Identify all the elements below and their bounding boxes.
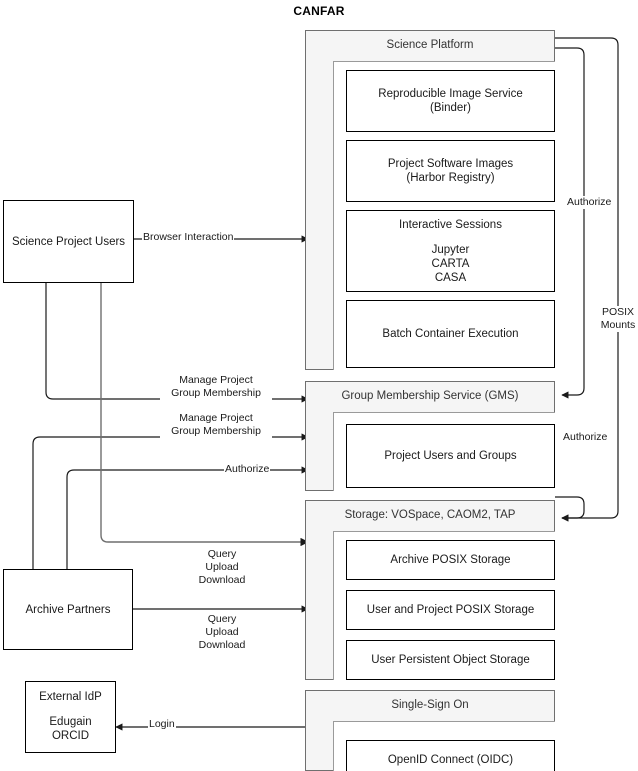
edge-label-line: Group Membership [171,387,261,399]
edge-label-line: Query [207,613,237,625]
box-line: User Persistent Object Storage [371,654,530,666]
box-line: Archive Partners [25,603,111,616]
architecture-diagram: CANFAR Science Platform Reproducible Ima… [0,0,638,771]
group-header-single-sign-on: Single-Sign On [391,699,469,711]
box-project-users-and-groups: Project Users and Groups [346,424,555,488]
box-external-idp: External IdP Edugain ORCID [25,681,116,753]
edge-label-line: Manage Project [179,412,253,424]
wire-authorize-gms-storage [555,496,585,522]
box-line: Project Users and Groups [384,450,517,462]
edge-label-line: Download [198,639,246,651]
box-archive-partners: Archive Partners [3,569,133,650]
edge-label-line: Upload [205,561,239,573]
edge-label-line: Download [198,574,246,586]
box-user-project-posix-storage: User and Project POSIX Storage [346,590,555,630]
wire-authorize-platform-gms [555,47,585,399]
group-header-storage: Storage: VOSpace, CAOM2, TAP [344,509,516,521]
box-line: Batch Container Execution [382,328,519,340]
edge-label-line: Query [207,548,237,560]
box-archive-posix-storage: Archive POSIX Storage [346,540,555,580]
box-line: CASA [434,271,467,284]
box-line: External IdP [39,691,102,703]
edge-label-authorize-platform-gms: Authorize [566,196,613,209]
edge-label-browser-interaction: Browser Interaction [142,231,235,244]
box-line: Science Project Users [11,235,126,248]
box-reproducible-image-service: Reproducible Image Service (Binder) [346,70,555,132]
box-line: Archive POSIX Storage [390,554,511,566]
edge-label-authorize-partners-gms: Authorize [224,463,271,476]
box-line: Interactive Sessions [399,218,502,231]
wire-authorize-partners-gms [66,466,309,569]
edge-label-query-upload-download-users: Query Upload Download [190,548,254,587]
wire-posix-mounts-platform-storage [555,37,619,522]
box-batch-container-execution: Batch Container Execution [346,300,555,368]
wire-manage-group-membership-partners [32,433,309,569]
edge-label-line: POSIX [601,306,635,318]
box-line: ORCID [51,730,90,742]
box-line: (Binder) [430,102,471,114]
box-science-project-users: Science Project Users [3,200,134,283]
box-line: CARTA [431,257,470,270]
edge-label-manage-group-membership-partners: Manage Project Group Membership [160,412,272,438]
box-project-software-images: Project Software Images (Harbor Registry… [346,140,555,202]
box-line: Edugain [49,716,92,728]
box-line: Jupyter [431,243,470,256]
group-header-science-platform: Science Platform [386,39,474,51]
group-header-group-membership-service: Group Membership Service (GMS) [341,390,519,402]
edge-label-authorize-gms-storage: Authorize [562,431,609,444]
edge-label-line: Upload [205,626,239,638]
box-line: OpenID Connect (OIDC) [387,754,514,766]
edge-label-line: Group Membership [171,425,261,437]
edge-label-query-upload-download-partners: Query Upload Download [190,613,254,652]
edge-label-posix-mounts: POSIX Mounts [597,306,638,332]
box-user-persistent-object-storage: User Persistent Object Storage [346,640,555,680]
box-line: Reproducible Image Service [378,88,523,100]
edge-label-login: Login [148,718,176,731]
box-line: (Harbor Registry) [406,172,495,184]
page-title: CANFAR [293,4,345,18]
box-openid-connect: OpenID Connect (OIDC) [346,740,555,771]
box-interactive-sessions: Interactive Sessions Jupyter CARTA CASA [346,210,555,292]
edge-label-line: Mounts [600,319,636,331]
box-line: Project Software Images [387,158,514,170]
edge-label-manage-group-membership-users: Manage Project Group Membership [160,374,272,400]
edge-label-line: Manage Project [179,374,253,386]
box-line: User and Project POSIX Storage [366,604,535,616]
